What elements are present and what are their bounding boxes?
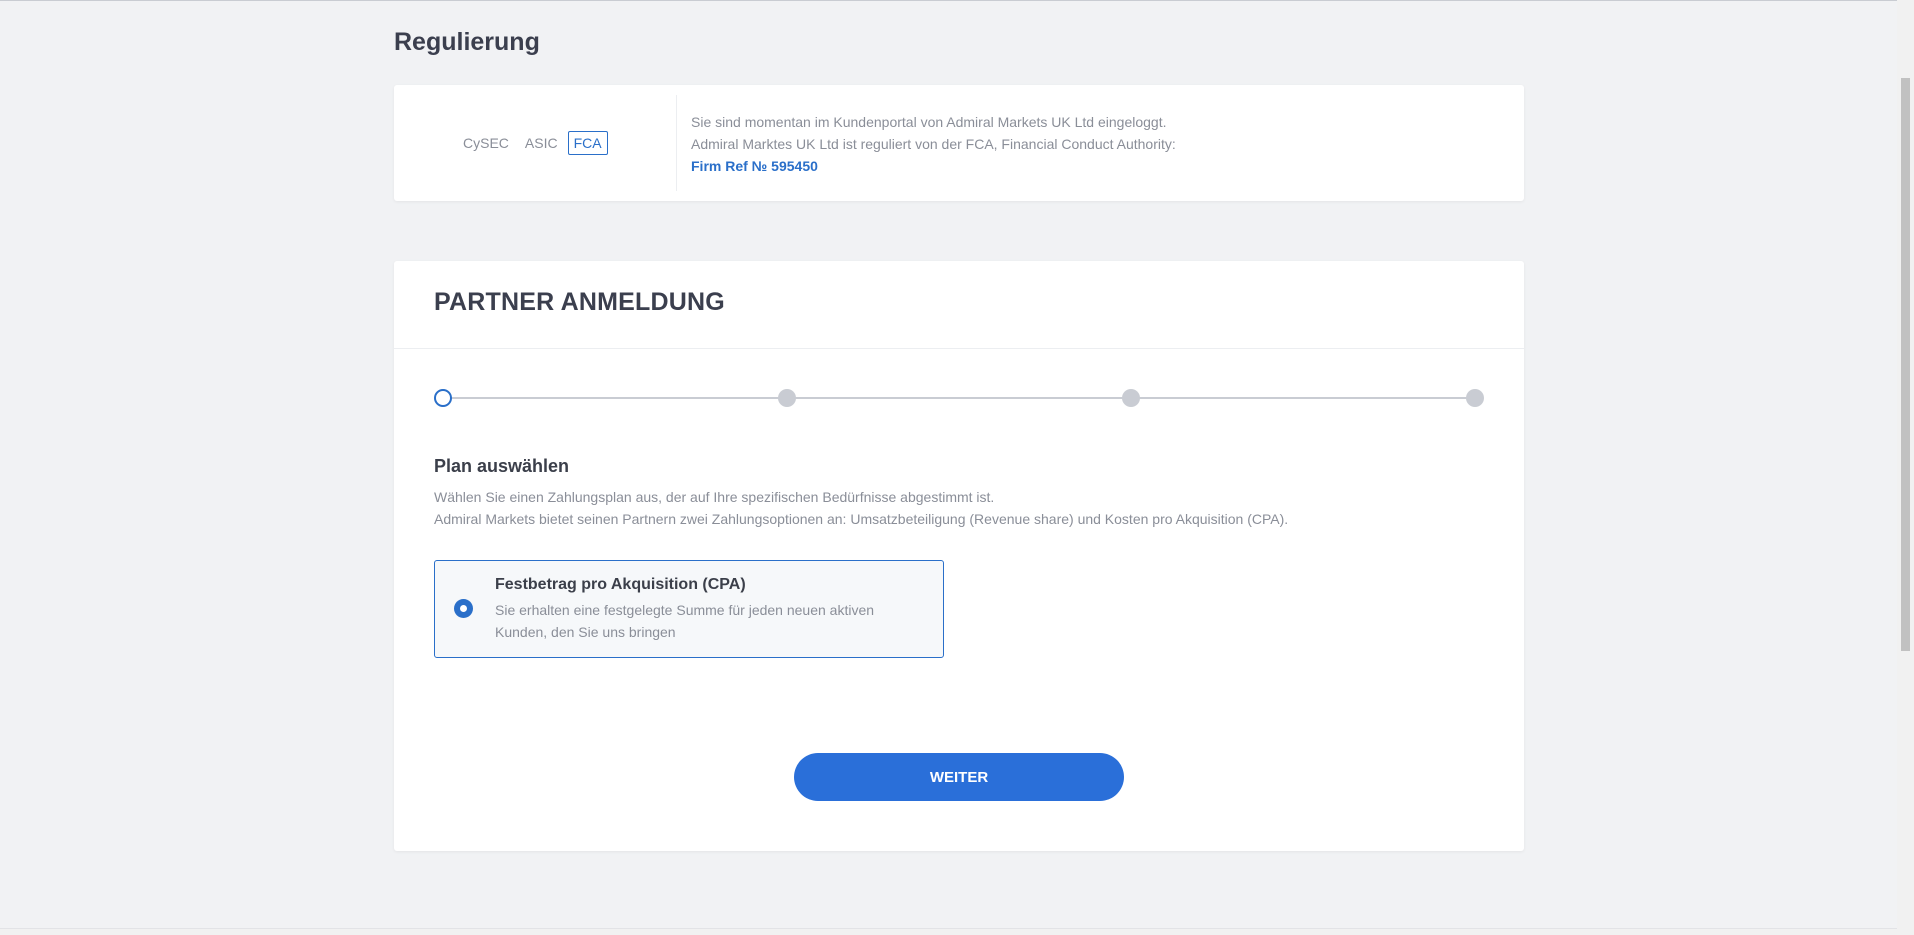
tab-cysec[interactable]: CySEC	[457, 131, 515, 155]
step-1-indicator	[434, 389, 452, 407]
regulation-card: CySEC ASIC FCA Sie sind momentan im Kund…	[394, 85, 1524, 201]
next-button[interactable]: WEITER	[794, 753, 1124, 801]
step-2-indicator	[778, 389, 796, 407]
regulation-title: Regulierung	[394, 28, 540, 56]
progress-stepper	[434, 388, 1485, 408]
regulator-tabs: CySEC ASIC FCA	[457, 85, 612, 201]
tab-fca[interactable]: FCA	[567, 131, 608, 155]
plan-description-line2: Admiral Markets bietet seinen Partnern z…	[434, 511, 1289, 527]
plan-heading: Plan auswählen	[434, 456, 570, 476]
option-description: Sie erhalten eine festgelegte Summe für …	[495, 602, 875, 640]
plan-description: Wählen Sie einen Zahlungsplan aus, der a…	[434, 486, 1288, 530]
option-title: Festbetrag pro Akquisition (CPA)	[495, 576, 746, 593]
plan-option-cpa[interactable]: Festbetrag pro Akquisition (CPA) Sie erh…	[434, 560, 944, 658]
partner-registration-card: PARTNER ANMELDUNG Plan auswählen Wählen …	[394, 261, 1524, 851]
scrollbar-thumb[interactable]	[1901, 78, 1910, 651]
regulation-info-line2: Admiral Marktes UK Ltd ist reguliert von…	[691, 136, 1176, 152]
plan-description-line1: Wählen Sie einen Zahlungsplan aus, der a…	[434, 489, 995, 505]
top-border	[0, 0, 1914, 1]
tab-asic[interactable]: ASIC	[519, 131, 564, 155]
header-divider	[394, 348, 1524, 349]
regulation-divider	[676, 95, 677, 191]
stepper-track	[443, 397, 1475, 399]
registration-title: PARTNER ANMELDUNG	[434, 288, 725, 316]
regulation-info: Sie sind momentan im Kundenportal von Ad…	[691, 111, 1176, 177]
horizontal-scrollbar-area	[0, 928, 1897, 935]
radio-dot	[460, 605, 467, 612]
step-3-indicator	[1122, 389, 1140, 407]
step-4-indicator	[1466, 389, 1484, 407]
regulation-info-line1: Sie sind momentan im Kundenportal von Ad…	[691, 114, 1167, 130]
vertical-scrollbar[interactable]	[1897, 0, 1914, 935]
firm-ref-link[interactable]: Firm Ref № 595450	[691, 155, 1176, 177]
radio-selected-icon[interactable]	[454, 599, 473, 618]
